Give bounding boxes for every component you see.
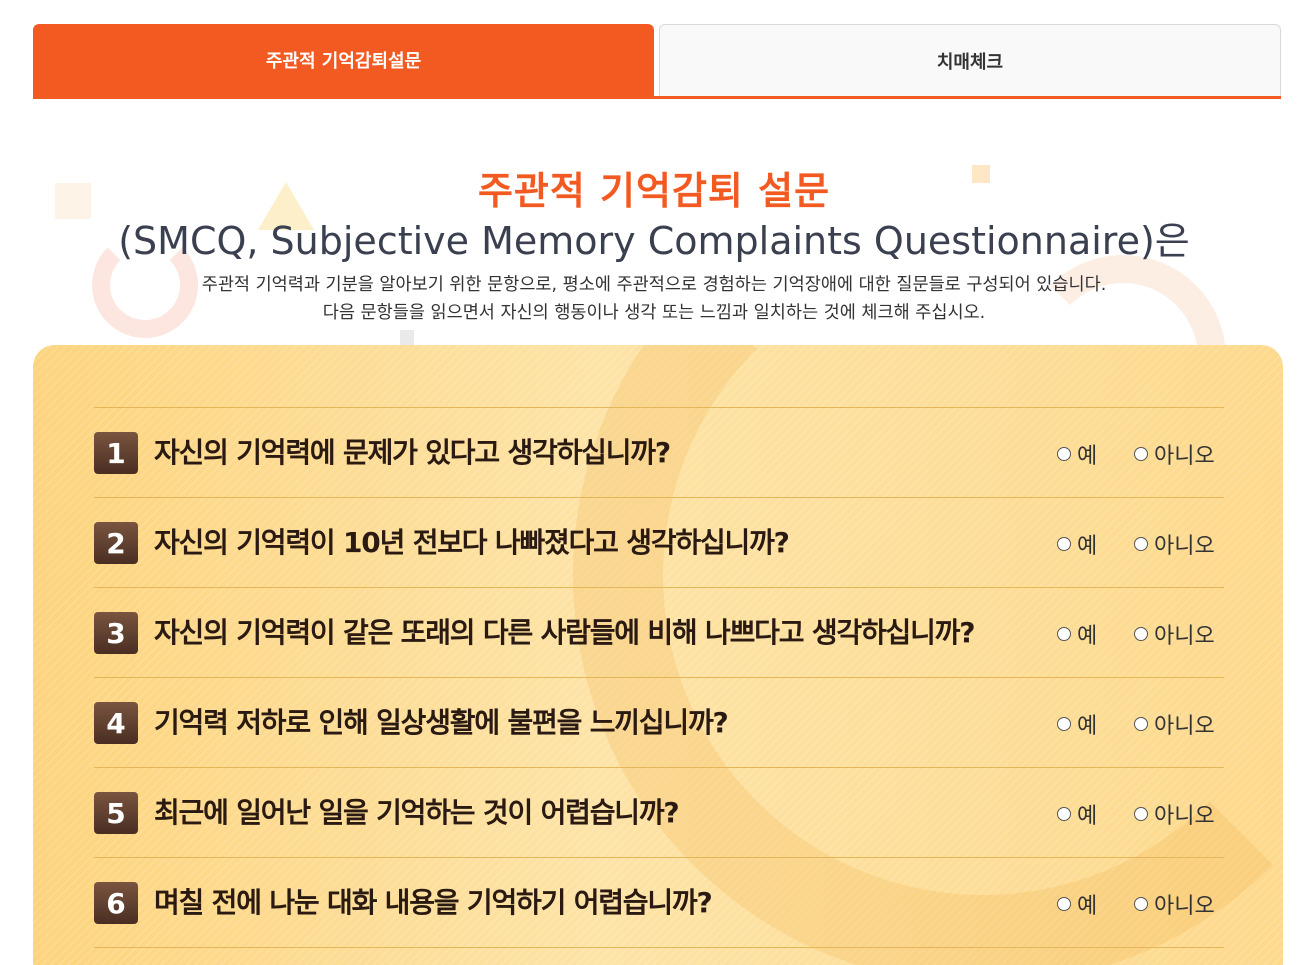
question-row-1: 1 자신의 기억력에 문제가 있다고 생각하십니까? 예 아니오	[94, 408, 1224, 498]
answer-no-option[interactable]: 아니오	[1134, 798, 1215, 830]
option-label: 아니오	[1154, 894, 1215, 919]
option-label: 아니오	[1154, 804, 1215, 829]
questionnaire-panel: 1 자신의 기억력에 문제가 있다고 생각하십니까? 예 아니오 2 자신의 기…	[33, 345, 1283, 965]
radio-no[interactable]	[1134, 627, 1148, 641]
decor-dot	[400, 330, 414, 346]
page-subtitle: (SMCQ, Subjective Memory Complaints Ques…	[118, 219, 1190, 263]
option-label: 예	[1077, 714, 1098, 739]
question-list: 1 자신의 기억력에 문제가 있다고 생각하십니까? 예 아니오 2 자신의 기…	[94, 407, 1224, 948]
radio-yes[interactable]	[1057, 447, 1071, 461]
tab-subjective-memory-survey[interactable]: 주관적 기억감퇴설문	[33, 24, 654, 96]
answer-no-option[interactable]: 아니오	[1134, 708, 1215, 740]
tab-bar: 주관적 기억감퇴설문 치매체크	[33, 24, 1281, 99]
answer-no-option[interactable]: 아니오	[1134, 438, 1215, 470]
radio-yes[interactable]	[1057, 717, 1071, 731]
question-text: 자신의 기억력이 같은 또래의 다른 사람들에 비해 나쁘다고 생각하십니까?	[154, 616, 975, 649]
question-row-4: 4 기억력 저하로 인해 일상생활에 불편을 느끼십니까? 예 아니오	[94, 678, 1224, 768]
radio-no[interactable]	[1134, 807, 1148, 821]
option-label: 예	[1077, 624, 1098, 649]
question-text: 며칠 전에 나눈 대화 내용을 기억하기 어렵습니까?	[154, 886, 713, 919]
radio-no[interactable]	[1134, 897, 1148, 911]
question-row-6: 6 며칠 전에 나눈 대화 내용을 기억하기 어렵습니까? 예 아니오	[94, 858, 1224, 948]
answer-yes-option[interactable]: 예	[1057, 888, 1097, 920]
option-label: 예	[1077, 804, 1098, 829]
answer-yes-option[interactable]: 예	[1057, 708, 1097, 740]
question-number: 5	[94, 792, 138, 834]
answer-yes-option[interactable]: 예	[1057, 528, 1097, 560]
radio-yes[interactable]	[1057, 537, 1071, 551]
question-text: 자신의 기억력에 문제가 있다고 생각하십니까?	[154, 436, 671, 469]
option-label: 아니오	[1154, 444, 1215, 469]
answer-yes-option[interactable]: 예	[1057, 618, 1097, 650]
answer-no-option[interactable]: 아니오	[1134, 528, 1215, 560]
question-number: 2	[94, 522, 138, 564]
radio-yes[interactable]	[1057, 897, 1071, 911]
page-title: 주관적 기억감퇴 설문	[477, 169, 831, 213]
radio-no[interactable]	[1134, 717, 1148, 731]
question-text: 자신의 기억력이 10년 전보다 나빠졌다고 생각하십니까?	[154, 526, 790, 559]
question-number: 3	[94, 612, 138, 654]
option-label: 예	[1077, 894, 1098, 919]
question-text: 최근에 일어난 일을 기억하는 것이 어렵습니까?	[154, 796, 680, 829]
option-label: 예	[1077, 444, 1098, 469]
answer-yes-option[interactable]: 예	[1057, 438, 1097, 470]
option-label: 아니오	[1154, 534, 1215, 559]
tab-dementia-check[interactable]: 치매체크	[659, 24, 1281, 96]
answer-no-option[interactable]: 아니오	[1134, 618, 1215, 650]
radio-no[interactable]	[1134, 537, 1148, 551]
option-label: 아니오	[1154, 714, 1215, 739]
option-label: 예	[1077, 534, 1098, 559]
page-description: 주관적 기억력과 기분을 알아보기 위한 문항으로, 평소에 주관적으로 경험하…	[0, 271, 1308, 327]
question-text: 기억력 저하로 인해 일상생활에 불편을 느끼십니까?	[154, 706, 729, 739]
radio-yes[interactable]	[1057, 627, 1071, 641]
answer-yes-option[interactable]: 예	[1057, 798, 1097, 830]
radio-no[interactable]	[1134, 447, 1148, 461]
description-line-1: 주관적 기억력과 기분을 알아보기 위한 문항으로, 평소에 주관적으로 경험하…	[201, 275, 1107, 295]
question-number: 6	[94, 882, 138, 924]
radio-yes[interactable]	[1057, 807, 1071, 821]
question-row-2: 2 자신의 기억력이 10년 전보다 나빠졌다고 생각하십니까? 예 아니오	[94, 498, 1224, 588]
option-label: 아니오	[1154, 624, 1215, 649]
question-row-3: 3 자신의 기억력이 같은 또래의 다른 사람들에 비해 나쁘다고 생각하십니까…	[94, 588, 1224, 678]
answer-no-option[interactable]: 아니오	[1134, 888, 1215, 920]
description-line-2: 다음 문항들을 읽으면서 자신의 행동이나 생각 또는 느낌과 일치하는 것에 …	[322, 303, 986, 323]
question-row-5: 5 최근에 일어난 일을 기억하는 것이 어렵습니까? 예 아니오	[94, 768, 1224, 858]
question-number: 1	[94, 432, 138, 474]
question-number: 4	[94, 702, 138, 744]
